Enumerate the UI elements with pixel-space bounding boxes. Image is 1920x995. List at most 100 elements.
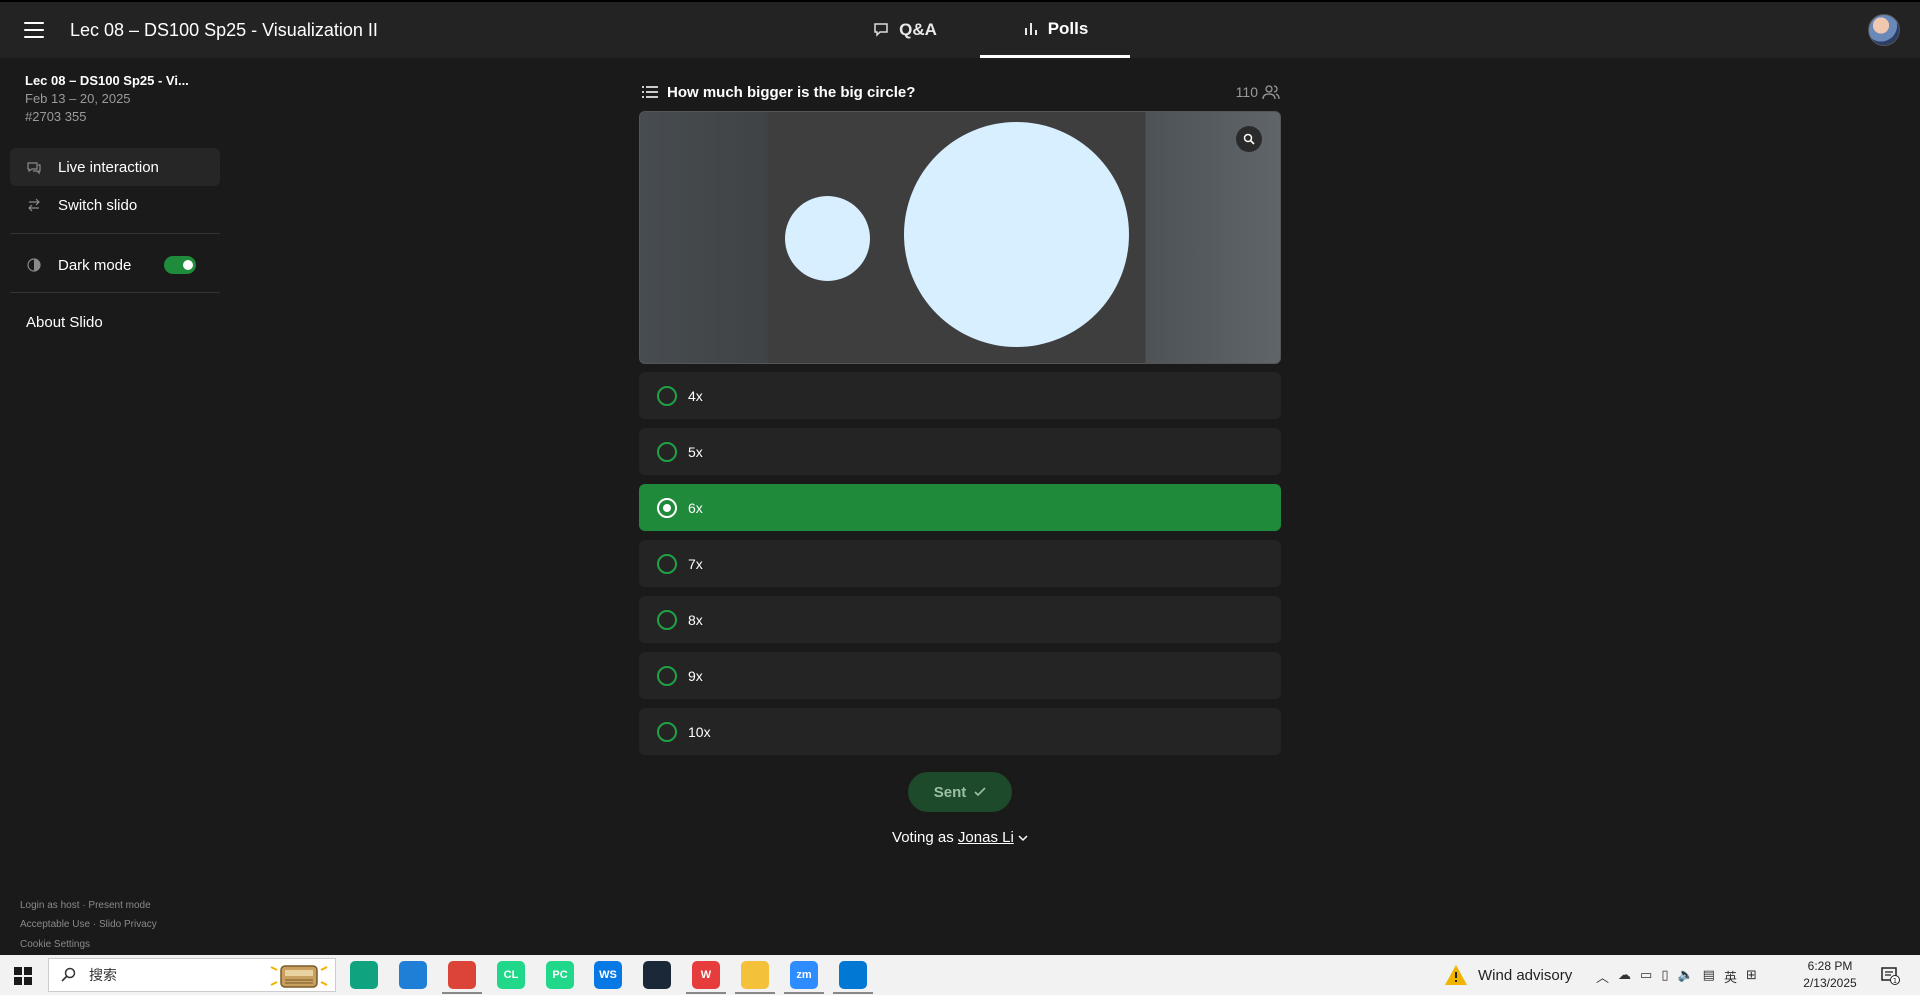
- webstorm-app-icon[interactable]: WS: [594, 961, 622, 989]
- chat-bubble-icon: [874, 23, 888, 37]
- chat-icon: [27, 162, 41, 175]
- active-app-indicator: [442, 992, 482, 994]
- sidebar-item-live-interaction[interactable]: Live interaction: [10, 148, 220, 186]
- search-icon: [61, 967, 76, 982]
- switch-arrows-icon: [28, 198, 40, 212]
- contrast-icon: [27, 258, 41, 272]
- poll-option[interactable]: 8x: [639, 596, 1281, 643]
- participant-count: 110: [1235, 84, 1258, 100]
- explorer-app-icon[interactable]: [741, 961, 769, 989]
- poll-option-selected[interactable]: 6x: [639, 484, 1281, 531]
- footer-line-1: Login as host · Present mode: [20, 900, 151, 911]
- steam-app-icon[interactable]: [643, 961, 671, 989]
- tab-polls-label: Polls: [1047, 18, 1089, 38]
- radio-button[interactable]: [657, 665, 677, 686]
- radio-button[interactable]: [657, 553, 677, 574]
- voting-as: Voting as Jonas Li: [0, 829, 1920, 846]
- option-label: 6x: [688, 499, 703, 516]
- warning-icon: [1445, 965, 1467, 985]
- option-label: 7x: [688, 555, 703, 572]
- active-app-indicator: [735, 992, 775, 994]
- sidebar-event-code: #2703 355: [25, 109, 87, 124]
- sent-label: Sent: [933, 783, 967, 801]
- poll-option[interactable]: 9x: [639, 652, 1281, 699]
- checkmark-icon: [974, 787, 986, 797]
- volume-icon[interactable]: 🔈: [1677, 967, 1693, 986]
- footer-line-2: Acceptable Use · Slido Privacy: [20, 919, 157, 930]
- radio-widget-icon: [270, 965, 328, 988]
- taskbar: 搜索 CL PC WS Wzm Wind advisory ︿ ☁ ▭ ▯ 🔈 ▤ 英…: [0, 955, 1920, 995]
- footer-sep: ·: [82, 900, 86, 911]
- sidebar-divider: [10, 292, 220, 293]
- footer-sep: ·: [92, 919, 97, 930]
- clock[interactable]: 6:28 PM 2/13/2025: [1780, 958, 1880, 992]
- pycharm-app-icon[interactable]: PC: [546, 961, 574, 989]
- cloud-icon[interactable]: ☁: [1618, 967, 1631, 986]
- dark-mode-toggle[interactable]: [164, 256, 196, 274]
- windows-start-icon[interactable]: [14, 967, 32, 985]
- clock-date: 2/13/2025: [1803, 976, 1857, 990]
- ime-icon[interactable]: ⊞: [1746, 967, 1757, 986]
- radio-button[interactable]: [657, 721, 677, 742]
- notification-icon[interactable]: 1: [1880, 965, 1900, 985]
- poll-option[interactable]: 5x: [639, 428, 1281, 475]
- taskbar-search[interactable]: 搜索: [48, 958, 336, 992]
- chatgpt-app-icon[interactable]: [350, 961, 378, 989]
- poll-question: How much bigger is the big circle?: [667, 84, 916, 101]
- poll-option[interactable]: 4x: [639, 372, 1281, 419]
- radio-button[interactable]: [657, 609, 677, 630]
- active-app-indicator: [784, 992, 824, 994]
- sidebar-event-name: Lec 08 – DS100 Sp25 - Vi...: [25, 73, 189, 88]
- acceptable-use-link[interactable]: Acceptable Use: [20, 919, 90, 930]
- active-app-indicator: [686, 992, 726, 994]
- search-icon: [1243, 133, 1255, 145]
- wps-app-icon[interactable]: W: [692, 961, 720, 989]
- cookie-settings-link[interactable]: Cookie Settings: [20, 939, 90, 950]
- zoom-button[interactable]: [1236, 126, 1262, 152]
- sidebar-item-label: Switch slido: [58, 196, 138, 214]
- bar-chart-icon: [1024, 22, 1037, 35]
- present-mode-link[interactable]: Present mode: [88, 900, 150, 911]
- voter-name-link[interactable]: Jonas Li: [958, 829, 1014, 846]
- system-tray: ︿ ☁ ▭ ▯ 🔈 ▤ 英 ⊞: [1596, 967, 1757, 986]
- tab-bar: Q&A Polls: [830, 2, 1130, 58]
- login-host-link[interactable]: Login as host: [20, 900, 80, 911]
- weather-widget[interactable]: Wind advisory: [1444, 964, 1572, 986]
- poll-image: [639, 111, 1281, 364]
- language-indicator[interactable]: 英: [1724, 967, 1737, 986]
- weather-text: Wind advisory: [1478, 966, 1573, 984]
- tab-qa[interactable]: Q&A: [830, 2, 980, 58]
- usb-icon[interactable]: ▯: [1661, 967, 1668, 986]
- edge-app-icon[interactable]: [399, 961, 427, 989]
- avatar[interactable]: [1868, 14, 1900, 46]
- vscode-app-icon[interactable]: [839, 961, 867, 989]
- option-label: 8x: [688, 611, 703, 628]
- tab-qa-label: Q&A: [899, 20, 937, 39]
- privacy-link[interactable]: Slido Privacy: [99, 919, 157, 930]
- poll-option[interactable]: 10x: [639, 708, 1281, 755]
- list-icon: [642, 86, 658, 98]
- option-label: 9x: [688, 667, 703, 684]
- sent-button[interactable]: Sent: [908, 772, 1012, 812]
- clock-time: 6:28 PM: [1807, 959, 1853, 973]
- radio-button[interactable]: [657, 441, 677, 462]
- radio-button[interactable]: [657, 385, 677, 406]
- sidebar-item-switch-slido[interactable]: Switch slido: [10, 186, 220, 224]
- about-slido-link[interactable]: About Slido: [26, 314, 103, 331]
- radio-button-selected[interactable]: [657, 497, 677, 518]
- menu-icon[interactable]: [24, 22, 44, 38]
- zoom-app-icon[interactable]: zm: [790, 961, 818, 989]
- dark-mode-label: Dark mode: [58, 256, 132, 274]
- active-app-indicator: [833, 992, 873, 994]
- sidebar-divider: [10, 233, 220, 234]
- clion-app-icon[interactable]: CL: [497, 961, 525, 989]
- big-circle: [904, 122, 1129, 347]
- top-bar: Lec 08 – DS100 Sp25 - Visualization II Q…: [0, 0, 1920, 58]
- battery-icon[interactable]: ▭: [1640, 967, 1652, 986]
- poll-option[interactable]: 7x: [639, 540, 1281, 587]
- chrome-app-icon[interactable]: [448, 961, 476, 989]
- chevron-up-icon[interactable]: ︿: [1596, 967, 1609, 986]
- network-icon[interactable]: ▤: [1703, 967, 1715, 986]
- tab-polls[interactable]: Polls: [980, 2, 1130, 58]
- chevron-down-icon[interactable]: [1018, 834, 1028, 842]
